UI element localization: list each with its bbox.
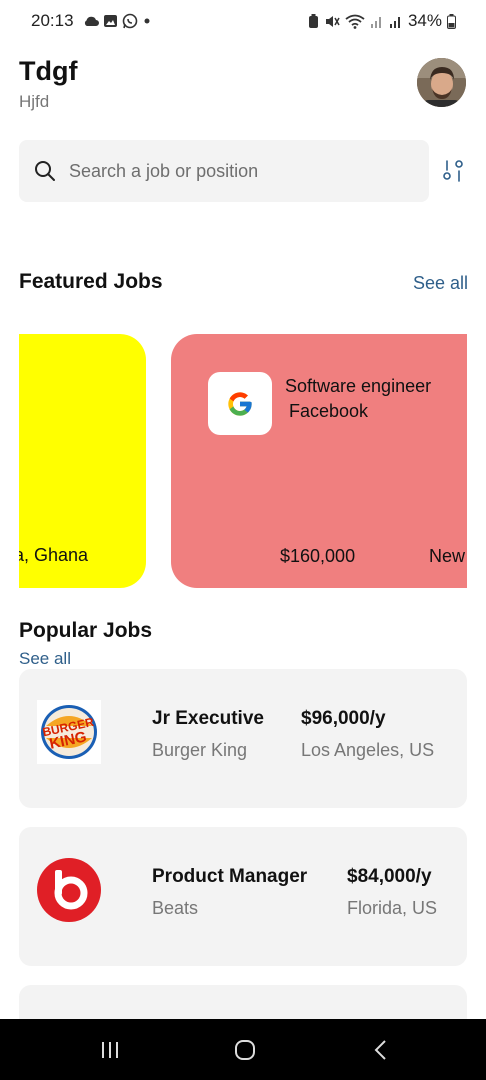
job-list-item[interactable]: BURGER KING Jr Executive Burger King $96… [19,669,467,808]
page-subtitle: Hjfd [19,92,50,111]
card-location: a, Ghana [19,545,88,565]
featured-card[interactable]: a, Ghana [19,334,146,588]
avatar[interactable] [417,58,466,107]
system-nav-bar [0,1019,486,1080]
battery-saver-icon [308,13,318,28]
recent-apps-icon[interactable] [95,1037,125,1063]
google-logo-icon [228,391,252,416]
card-salary: $160,000 [280,546,356,566]
battery-percent: 34% [407,11,442,30]
battery-icon [447,13,456,29]
gallery-icon [104,15,117,27]
wifi-icon [345,14,365,29]
job-role: Product Manager [152,866,308,887]
page-title: Tdgf [19,56,78,86]
mute-icon [325,15,340,27]
dot-icon [144,18,150,24]
job-list-item[interactable]: Product Manager Beats $84,000/y Florida,… [19,827,467,966]
card-company: Facebook [289,401,369,421]
featured-carousel[interactable]: a, Ghana Software engineer Facebook $160… [19,334,467,589]
card-tag: New [429,546,466,566]
search-input[interactable] [69,140,419,202]
search-bar[interactable] [19,140,429,202]
featured-card[interactable]: Software engineer Facebook $160,000 New [171,334,467,588]
signal-icon [370,16,381,28]
back-icon[interactable] [366,1037,396,1063]
job-location: Florida, US [347,898,438,918]
cloud-icon [84,16,99,26]
card-role: Software engineer [285,376,432,396]
profile-photo [417,58,466,107]
job-salary: $96,000/y [301,708,386,729]
job-company: Beats [152,898,199,918]
burger-king-logo-icon: BURGER KING [37,700,101,764]
filter-icon[interactable] [441,158,465,184]
system-status: 34% [308,11,456,31]
featured-jobs-heading: Featured Jobs [19,270,163,293]
popular-see-all-link[interactable]: See all [19,649,71,669]
search-icon [35,161,55,181]
signal-icon-2 [389,16,400,28]
whatsapp-icon [122,13,138,29]
featured-see-all-link[interactable]: See all [413,273,468,294]
home-icon[interactable] [230,1037,260,1063]
job-location: Los Angeles, US [301,740,435,760]
popular-jobs-heading: Popular Jobs [19,619,153,642]
company-logo [208,372,272,435]
status-bar: 20:13 34% [0,0,486,42]
notification-icons [83,13,152,29]
job-role: Jr Executive [152,708,264,729]
status-time: 20:13 [31,11,74,30]
beats-logo-icon [37,858,101,922]
job-salary: $84,000/y [347,866,432,887]
job-company: Burger King [152,740,248,760]
